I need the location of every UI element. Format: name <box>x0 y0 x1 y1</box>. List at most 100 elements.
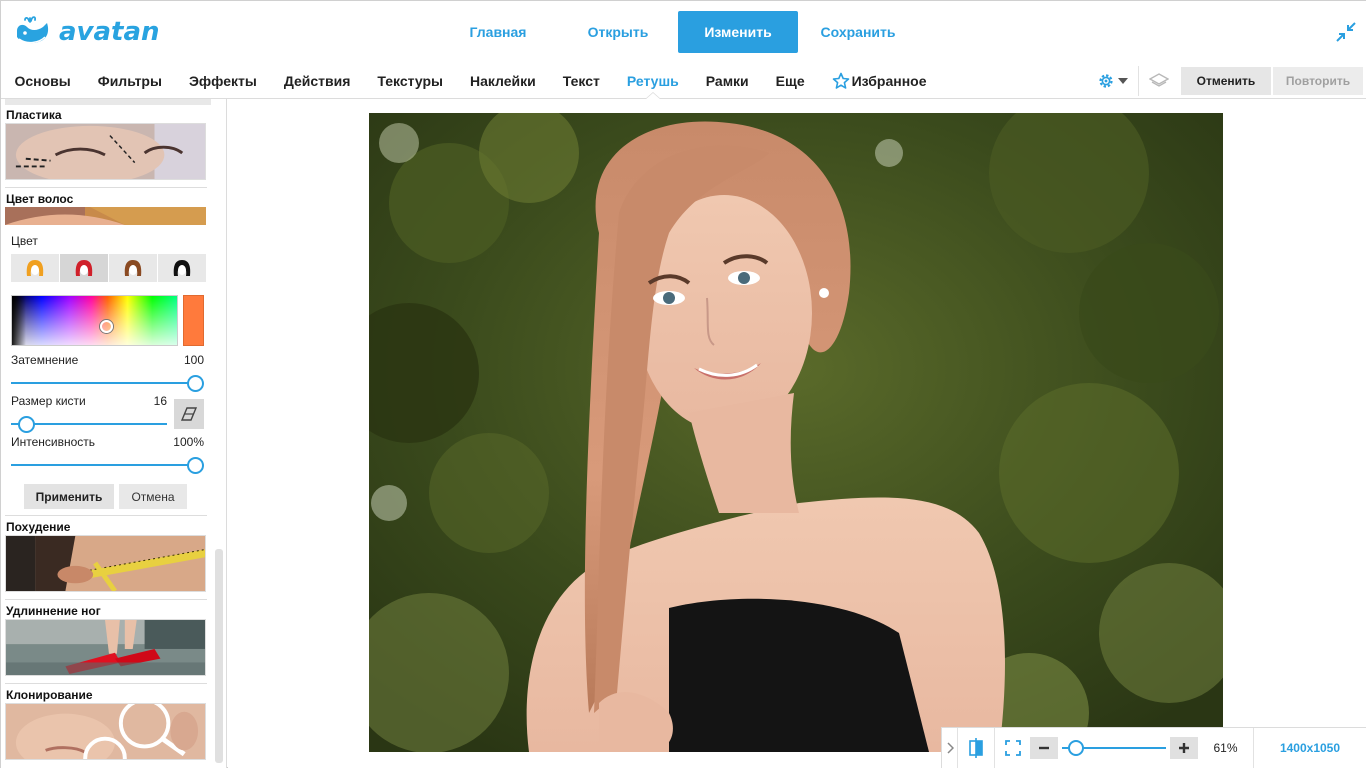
collapse-bar-button[interactable] <box>942 728 958 768</box>
legs-thumbnail[interactable] <box>5 619 206 676</box>
hair-thumbnail[interactable] <box>5 207 206 225</box>
intensity-slider-knob[interactable] <box>187 457 204 474</box>
tool-menu: Основы Фильтры Эффекты Действия Текстуры… <box>1 63 940 100</box>
eraser-icon <box>180 407 198 421</box>
chevron-down-icon <box>1118 78 1128 84</box>
hair-swatch-brown[interactable] <box>109 254 157 282</box>
tool-text[interactable]: Текст <box>549 63 613 99</box>
section-clone[interactable]: Клонирование <box>5 687 207 768</box>
tool-textures[interactable]: Текстуры <box>364 63 457 99</box>
edited-photo[interactable] <box>369 113 1223 752</box>
layers-icon <box>1149 73 1169 87</box>
zoom-out-button[interactable] <box>1030 737 1058 759</box>
section-clone-title: Клонирование <box>6 688 93 702</box>
darkening-slider-track[interactable] <box>11 382 191 384</box>
hair-actions: Применить Отмена <box>24 484 187 509</box>
zoom-slider[interactable] <box>1062 737 1166 759</box>
chevron-right-icon <box>946 742 954 754</box>
divider <box>5 515 207 516</box>
fit-screen-icon <box>1004 740 1021 756</box>
color-picker-knob[interactable] <box>100 320 113 333</box>
tool-stickers[interactable]: Наклейки <box>456 63 549 99</box>
tool-menu-bar: Основы Фильтры Эффекты Действия Текстуры… <box>1 63 1366 100</box>
section-plastic-title: Пластика <box>6 108 62 122</box>
fit-screen-button[interactable] <box>994 728 1030 768</box>
layers-button[interactable] <box>1139 66 1179 96</box>
color-label: Цвет <box>11 234 38 248</box>
hair-swatch-blond[interactable] <box>11 254 59 282</box>
darkening-slider-row: Затемнение 100 <box>11 353 204 369</box>
logo[interactable]: avatan <box>13 15 160 49</box>
plastic-thumbnail[interactable] <box>5 123 206 184</box>
zoom-in-button[interactable] <box>1170 737 1198 759</box>
section-slimming[interactable]: Похудение <box>5 519 207 597</box>
cancel-button[interactable]: Отмена <box>119 484 187 509</box>
divider <box>5 187 207 188</box>
section-legs-title: Удлиннение ног <box>6 604 101 618</box>
hair-blond-icon <box>26 260 44 276</box>
section-plastic[interactable]: Пластика <box>5 107 207 185</box>
slimming-thumbnail[interactable] <box>5 535 206 593</box>
settings-dropdown[interactable] <box>1087 66 1139 96</box>
intensity-slider-row: Интенсивность 100% <box>11 435 204 451</box>
hair-brown-icon <box>124 260 142 276</box>
hair-red-icon <box>75 260 93 276</box>
tool-effects[interactable]: Эффекты <box>175 63 270 99</box>
redo-button[interactable]: Повторить <box>1273 67 1363 95</box>
eraser-button[interactable] <box>174 399 204 429</box>
zoom-bar: 61% 1400x1050 <box>941 727 1366 768</box>
hair-black-icon <box>173 260 191 276</box>
section-hair-color: Цвет волос <box>5 191 207 225</box>
gear-icon <box>1099 74 1113 88</box>
color-picker[interactable] <box>11 295 178 346</box>
darkening-value: 100 <box>183 353 204 367</box>
canvas-area <box>228 99 1366 768</box>
tool-favorites[interactable]: Избранное <box>818 63 940 99</box>
intensity-slider-track[interactable] <box>11 464 191 466</box>
compare-button[interactable] <box>958 728 994 768</box>
compare-icon <box>969 738 983 758</box>
zoom-percent: 61% <box>1198 728 1254 768</box>
clone-thumbnail[interactable] <box>5 698 206 768</box>
tool-basics[interactable]: Основы <box>1 63 84 99</box>
nav-open-button[interactable]: Открыть <box>558 11 678 53</box>
section-slimming-title: Похудение <box>6 520 71 534</box>
avatan-editor: avatan Главная Открыть Изменить Сохранит… <box>0 0 1366 768</box>
exit-fullscreen-icon[interactable] <box>1335 21 1357 43</box>
darkening-label: Затемнение <box>11 353 79 367</box>
divider <box>5 599 207 600</box>
hair-swatch-red[interactable] <box>60 254 108 282</box>
sidebar-scrollbar[interactable] <box>215 549 223 763</box>
darkening-slider-knob[interactable] <box>187 375 204 392</box>
star-icon <box>832 72 849 89</box>
apply-button[interactable]: Применить <box>24 484 114 509</box>
intensity-label: Интенсивность <box>11 435 96 449</box>
hair-swatch-black[interactable] <box>158 254 206 282</box>
nav-save-button[interactable]: Сохранить <box>798 11 918 53</box>
divider <box>5 683 207 684</box>
minus-icon <box>1039 746 1049 750</box>
brush-size-value: 16 <box>153 394 167 408</box>
tool-actions[interactable]: Действия <box>270 63 364 99</box>
tool-filters[interactable]: Фильтры <box>84 63 175 99</box>
picker-dark-gradient <box>12 296 26 345</box>
selected-color-preview <box>183 295 204 346</box>
tool-retouch[interactable]: Ретушь <box>613 63 692 100</box>
main-nav: Главная Открыть Изменить Сохранить <box>438 11 918 53</box>
image-size[interactable]: 1400x1050 <box>1254 741 1366 755</box>
nav-edit-button[interactable]: Изменить <box>678 11 798 53</box>
logo-text: avatan <box>59 17 160 47</box>
retouch-sidebar: Пластика Цвет волос Цвет Затемнение 100 … <box>1 99 227 768</box>
tool-more[interactable]: Еще <box>762 63 818 99</box>
whale-logo-icon <box>17 16 49 44</box>
plus-icon <box>1179 743 1189 753</box>
brush-size-slider-knob[interactable] <box>18 416 35 433</box>
undo-button[interactable]: Отменить <box>1181 67 1271 95</box>
nav-home-button[interactable]: Главная <box>438 11 558 53</box>
favorites-label: Избранное <box>851 73 927 89</box>
zoom-slider-knob[interactable] <box>1068 740 1084 756</box>
intensity-value: 100% <box>173 435 204 449</box>
tool-frames[interactable]: Рамки <box>692 63 762 99</box>
section-legs[interactable]: Удлиннение ног <box>5 603 207 681</box>
picker-white-gradient <box>12 296 177 345</box>
